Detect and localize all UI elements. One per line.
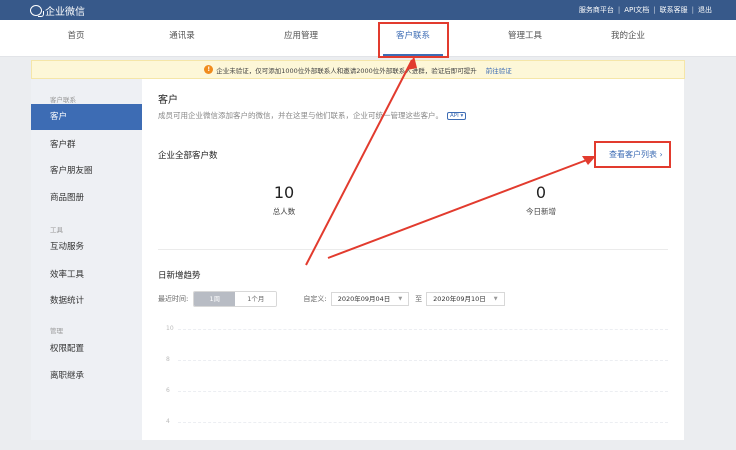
annotation-highlight-nav [378,22,449,58]
sidebar-item-data-statistics[interactable]: 数据统计 [31,288,142,314]
page-title: 客户 [158,95,178,106]
link-contact-support[interactable]: 联系客服 [660,5,688,15]
new-today-stat: 0 今日新增 [481,183,601,217]
separator: | [691,6,694,14]
separator: | [653,6,656,14]
link-logout[interactable]: 退出 [698,5,712,15]
verify-link[interactable]: 前往验证 [486,65,512,75]
top-bar: 企业微信 服务商平台 | API文档 | 联系客服 | 退出 [0,0,736,20]
date-filter: 最近时间: 1周 1个月 自定义: 2020年09月04日 ▼ 至 2020年0… [158,291,505,307]
sidebar-item-customers[interactable]: 客户 [31,104,142,130]
chart-gridline [178,360,668,361]
new-today-value: 0 [535,183,547,202]
warning-icon: ! [204,65,214,74]
sidebar-group-tools: 工具 [50,226,63,234]
y-tick-label: 10 [166,325,174,332]
new-today-label: 今日新增 [526,207,556,216]
description-text: 成员可用企业微信添加客户的微信，并在这里与他们联系，企业可统一管理这些客户。 [158,111,443,120]
api-badge-label: API [450,113,459,119]
sidebar-item-product-album[interactable]: 商品图册 [31,185,142,211]
section-divider [158,249,668,250]
api-badge[interactable]: API ▾ [447,112,467,120]
recent-time-label: 最近时间: [158,295,189,303]
nav-management-tools[interactable]: 管理工具 [485,29,565,41]
nav-contacts[interactable]: 通讯录 [142,29,222,41]
total-count-value: 10 [273,183,295,202]
total-count-label: 总人数 [272,207,296,216]
sidebar-group-customer-contact: 客户联系 [50,96,76,104]
range-1-month[interactable]: 1个月 [235,292,277,306]
range-1-week[interactable]: 1周 [194,292,236,306]
wecom-logo-icon [30,5,44,17]
chart-gridline [178,329,668,330]
sidebar-item-efficiency-tools[interactable]: 效率工具 [31,262,142,288]
start-date-value: 2020年09月04日 [337,295,391,303]
range-segmented-control: 1周 1个月 [193,291,278,307]
end-date-value: 2020年09月10日 [433,295,486,303]
sidebar-item-permissions[interactable]: 权限配置 [31,336,142,362]
y-tick-label: 4 [166,418,170,425]
annotation-highlight-view-list [594,141,671,168]
link-api-docs[interactable]: API文档 [624,5,649,15]
y-tick-label: 8 [166,356,170,363]
start-date-picker[interactable]: 2020年09月04日 ▼ [330,292,410,306]
sidebar: 客户联系 客户 客户群 客户朋友圈 商品图册 工具 互动服务 效率工具 数据统计… [31,79,142,440]
top-links: 服务商平台 | API文档 | 联系客服 | 退出 [579,5,712,15]
chevron-down-icon: ▼ [493,296,498,302]
chart-gridline [178,391,668,392]
sidebar-item-resignation-inherit[interactable]: 离职继承 [31,363,142,389]
end-date-picker[interactable]: 2020年09月10日 ▼ [426,292,505,306]
chevron-down-icon: ▼ [398,296,403,302]
nav-home[interactable]: 首页 [36,29,116,41]
sidebar-group-management: 管理 [50,327,63,335]
main-content: 客户 成员可用企业微信添加客户的微信，并在这里与他们联系，企业可统一管理这些客户… [142,79,684,440]
nav-app-management[interactable]: 应用管理 [261,29,341,41]
chart-gridline [178,422,668,423]
notice-text: 企业未验证，仅可添加1000位外部联系人和邀请2000位外部联系人进群，验证后即… [216,66,477,75]
total-customers-heading: 企业全部客户数 [158,151,218,161]
nav-my-company[interactable]: 我的企业 [588,29,668,41]
brand-name: 企业微信 [45,7,85,18]
daily-trend-heading: 日新增趋势 [158,271,201,281]
y-tick-label: 6 [166,387,170,394]
to-label: 至 [415,295,423,303]
page-description: 成员可用企业微信添加客户的微信，并在这里与他们联系，企业可统一管理这些客户。 AP… [158,110,467,121]
brand[interactable]: 企业微信 [30,3,85,18]
total-count-stat: 10 总人数 [224,183,344,217]
sidebar-item-moments[interactable]: 客户朋友圈 [31,158,142,184]
custom-range-label: 自定义: [303,295,327,303]
main-nav: 首页 通讯录 应用管理 客户联系 管理工具 我的企业 [0,20,736,57]
sidebar-item-customer-groups[interactable]: 客户群 [31,132,142,158]
separator: | [617,6,621,14]
link-provider-platform[interactable]: 服务商平台 [579,5,614,15]
verification-notice: ! 企业未验证，仅可添加1000位外部联系人和邀请2000位外部联系人进群，验证… [31,60,685,79]
sidebar-item-interaction-service[interactable]: 互动服务 [31,234,142,260]
